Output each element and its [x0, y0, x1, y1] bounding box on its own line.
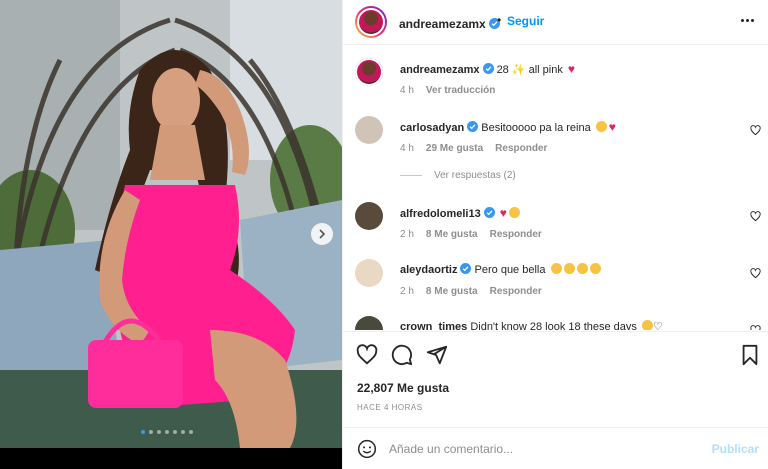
publish-button[interactable]: Publicar: [712, 442, 759, 456]
separator-bullet: •: [497, 13, 502, 27]
comment-text: Pero que bella: [474, 264, 549, 276]
photo-letterbox: [0, 448, 342, 469]
carousel-dot: [181, 430, 185, 434]
like-icon[interactable]: [356, 344, 378, 366]
commenter-avatar[interactable]: [355, 202, 383, 230]
heart-emoji-icon: ♥: [499, 206, 507, 220]
commenter-username[interactable]: aleydaortiz: [400, 264, 457, 276]
view-replies-button[interactable]: Ver respuestas (2): [400, 170, 516, 181]
author-avatar[interactable]: [355, 58, 383, 86]
like-comment-icon[interactable]: [750, 211, 761, 222]
carousel-dot: [141, 430, 145, 434]
wink-emoji-icon: [508, 207, 520, 218]
verified-badge-icon: [467, 121, 479, 132]
comment-composer: Publicar: [343, 427, 768, 469]
comment-input[interactable]: [389, 439, 689, 459]
comment-text: Didn't know 28 look 18 these days: [470, 321, 640, 330]
heart-emoji-icon: ♥: [567, 62, 576, 76]
wink-emoji-icon: [641, 320, 653, 330]
carousel-dot: [149, 430, 153, 434]
post-header: andreamezamx • Seguir: [343, 0, 768, 45]
carousel-dot: [157, 430, 161, 434]
commenter-username[interactable]: carlosadyan: [400, 122, 464, 134]
heart-emoji-icon: ♥: [608, 120, 616, 134]
author-username[interactable]: andreamezamx: [399, 15, 500, 33]
verified-badge-icon: [483, 207, 495, 218]
commenter-username[interactable]: alfredolomeli13: [400, 208, 481, 220]
author-avatar[interactable]: [355, 6, 387, 38]
commenter-username[interactable]: crown_times: [400, 321, 467, 330]
comment-icon[interactable]: [391, 344, 413, 366]
more-options-icon[interactable]: [741, 19, 754, 22]
carousel-dot: [189, 430, 193, 434]
carousel-next-button[interactable]: [311, 223, 333, 245]
post-time[interactable]: HACE 4 HORAS: [357, 403, 423, 412]
instagram-post-modal: andreamezamx • Seguir andreamezamx 28 ✨ …: [0, 0, 768, 469]
reply-button[interactable]: Responder: [490, 229, 542, 240]
like-comment-icon[interactable]: [750, 325, 761, 330]
save-bookmark-icon[interactable]: [739, 344, 761, 366]
share-icon[interactable]: [426, 344, 448, 366]
sparkle-emoji-icon: ✨: [511, 64, 526, 76]
comment-meta: 2 h8 Me gusta Responder: [400, 229, 542, 240]
likes-count[interactable]: 22,807 Me gusta: [357, 381, 449, 395]
heart-eyes-emoji-icon: [589, 263, 601, 274]
post-sidebar: andreamezamx • Seguir andreamezamx 28 ✨ …: [342, 0, 768, 469]
heart-eyes-emoji-icon: [576, 263, 588, 274]
heart-eyes-emoji-icon: [563, 263, 575, 274]
caption-meta: 4 h Ver traducción: [400, 85, 496, 96]
comment-likes[interactable]: 8 Me gusta: [426, 286, 478, 297]
chevron-right-icon: [319, 229, 326, 239]
carousel-indicator: [141, 430, 193, 434]
comment-text: Besitooooo pa la reina: [481, 122, 594, 134]
follow-button[interactable]: Seguir: [507, 14, 544, 28]
post-photo: [0, 0, 342, 469]
verified-badge-icon: [482, 63, 494, 74]
like-comment-icon[interactable]: [750, 268, 761, 279]
white-heart-emoji-icon: ♡: [652, 321, 663, 330]
reply-button[interactable]: Responder: [495, 143, 547, 154]
translate-link[interactable]: Ver traducción: [426, 85, 495, 96]
comments-list[interactable]: andreamezamx 28 ✨ all pink ♥ 4 h Ver trad…: [343, 46, 768, 330]
grin-emoji-icon: [595, 121, 607, 132]
carousel-dot: [173, 430, 177, 434]
post-image: [0, 0, 342, 448]
commenter-avatar[interactable]: [355, 316, 383, 330]
commenter-avatar[interactable]: [355, 116, 383, 144]
comment-meta: 4 h 29 Me gusta Responder: [400, 143, 548, 154]
caption-text: andreamezamx 28 ✨ all pink ♥: [400, 62, 576, 76]
comment-likes[interactable]: 8 Me gusta: [426, 229, 478, 240]
carousel-dot: [165, 430, 169, 434]
comment-likes[interactable]: 29 Me gusta: [426, 143, 483, 154]
commenter-avatar[interactable]: [355, 259, 383, 287]
emoji-picker-icon[interactable]: [357, 439, 377, 459]
photo-illustration: [0, 0, 342, 448]
reply-button[interactable]: Responder: [490, 286, 542, 297]
verified-badge-icon: [460, 263, 472, 274]
heart-eyes-emoji-icon: [550, 263, 562, 274]
like-comment-icon[interactable]: [750, 125, 761, 136]
comment-meta: 2 h8 Me gusta Responder: [400, 286, 542, 297]
